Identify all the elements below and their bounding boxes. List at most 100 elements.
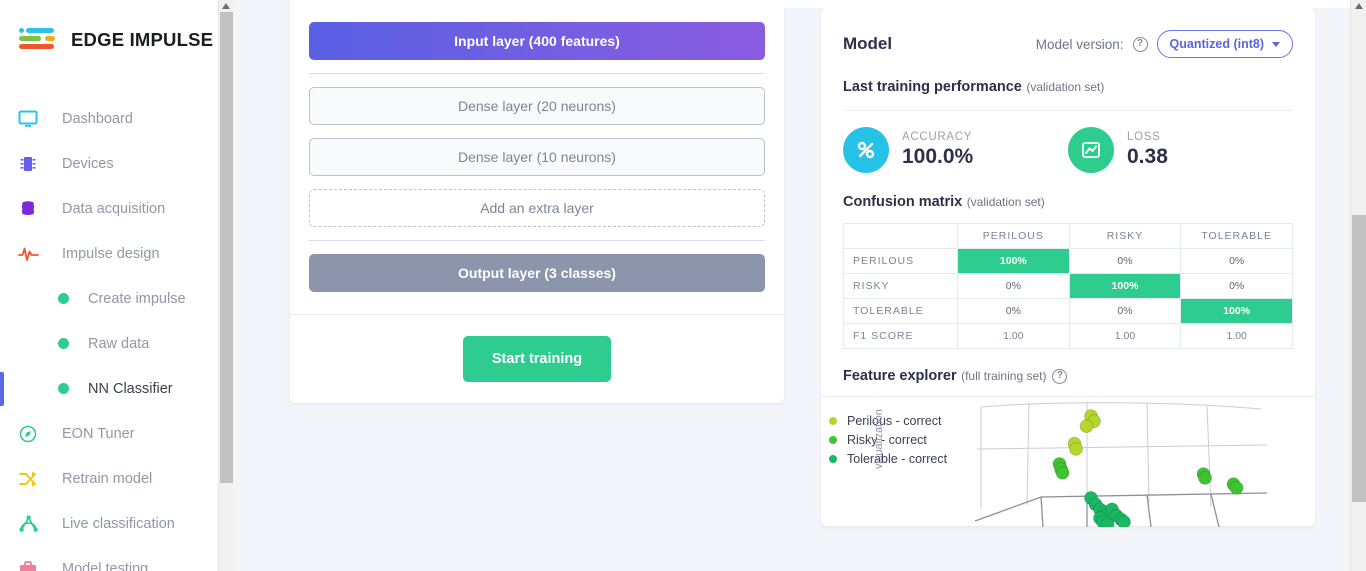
legend-item[interactable]: Risky - correct [829, 430, 947, 449]
sidebar-item-nn-classifier[interactable]: NN Classifier [0, 366, 233, 411]
table-cell: 0% [958, 299, 1070, 324]
column-header: TOLERABLE [1181, 224, 1293, 249]
sidebar-item-dashboard[interactable]: Dashboard [0, 96, 233, 141]
output-layer-label: Output layer (3 classes) [458, 265, 616, 281]
sidebar-item-impulse-design[interactable]: Impulse design [0, 231, 233, 276]
feature-explorer-plot[interactable] [971, 401, 1271, 527]
green-dot-icon [58, 288, 72, 310]
plot-grid [977, 402, 1267, 509]
legend-dot-icon [829, 436, 837, 444]
monitor-icon [18, 108, 44, 130]
table-row: PERILOUS 100% 0% 0% [844, 249, 1293, 274]
sidebar-item-live-classification[interactable]: Live classification [0, 501, 233, 546]
table-row: RISKY 0% 100% 0% [844, 274, 1293, 299]
table-cell: 1.00 [958, 324, 1070, 349]
layer-divider-2 [309, 240, 765, 241]
sidebar-item-raw-data[interactable]: Raw data [0, 321, 233, 366]
sidebar-item-label: Live classification [62, 516, 175, 532]
input-layer-label: Input layer (400 features) [454, 33, 620, 49]
table-cell: 1.00 [1069, 324, 1181, 349]
performance-subtitle: (validation set) [1026, 80, 1104, 94]
model-header: Model Model version: ? Quantized (int8) [821, 8, 1315, 58]
table-cell: 0% [1181, 249, 1293, 274]
feature-explorer-title-group: Feature explorer (full training set) [843, 367, 1046, 385]
sidebar-item-label: EON Tuner [62, 426, 135, 442]
feature-explorer-legend: Perilous - correct Risky - correct Toler… [829, 411, 947, 468]
sidebar-item-eon-tuner[interactable]: EON Tuner [0, 411, 233, 456]
legend-label: Risky - correct [847, 433, 927, 447]
sidebar-item-label: NN Classifier [88, 381, 173, 397]
legend-dot-icon [829, 417, 837, 425]
confusion-matrix-head: PERILOUS RISKY TOLERABLE [844, 224, 1293, 249]
row-header: PERILOUS [844, 249, 958, 274]
scatter-point [1118, 516, 1131, 528]
dense-layer-2-block[interactable]: Dense layer (10 neurons) [309, 138, 765, 176]
sidebar-scrollbar-thumb[interactable] [220, 12, 233, 483]
scatter-point [1230, 481, 1243, 494]
brand[interactable]: EDGE IMPULSE [0, 0, 233, 62]
model-column: Model Model version: ? Quantized (int8) … [799, 0, 1366, 571]
dense-layer-1-label: Dense layer (20 neurons) [458, 98, 616, 114]
row-header: RISKY [844, 274, 958, 299]
scroll-up-arrow-icon[interactable] [1355, 3, 1363, 9]
feature-explorer-title: Feature explorer [843, 368, 957, 384]
loss-metric: LOSS 0.38 [1068, 127, 1293, 173]
sidebar-scrollbar[interactable] [218, 0, 233, 571]
sidebar-item-model-testing[interactable]: Model testing [0, 546, 233, 571]
table-row: F1 SCORE 1.00 1.00 1.00 [844, 324, 1293, 349]
model-card: Model Model version: ? Quantized (int8) … [821, 8, 1315, 526]
performance-title: Last training performance [843, 79, 1022, 95]
model-version-value: Quantized (int8) [1170, 37, 1264, 51]
table-cell: 0% [1181, 274, 1293, 299]
legend-item[interactable]: Tolerable - correct [829, 449, 947, 468]
brand-name: EDGE IMPULSE [71, 29, 213, 51]
plot-axis-label: visualization [873, 409, 885, 469]
table-cell: 100% [958, 249, 1070, 274]
output-layer-block[interactable]: Output layer (3 classes) [309, 254, 765, 292]
help-icon[interactable]: ? [1133, 37, 1148, 52]
confusion-matrix-body: PERILOUS 100% 0% 0% RISKY 0% 100% 0% [844, 249, 1293, 349]
sidebar-item-label: Impulse design [62, 246, 160, 262]
input-layer-block[interactable]: Input layer (400 features) [309, 22, 765, 60]
scatter-3d-svg [971, 401, 1271, 527]
legend-label: Perilous - correct [847, 414, 941, 428]
legend-item[interactable]: Perilous - correct [829, 411, 947, 430]
dense-layer-2-label: Dense layer (10 neurons) [458, 149, 616, 165]
confusion-matrix-wrap: PERILOUS RISKY TOLERABLE PERILOUS 100% 0… [821, 211, 1315, 349]
metrics-row: ACCURACY 100.0% LOSS 0.38 [821, 111, 1315, 189]
legend-dot-icon [829, 455, 837, 463]
sidebar-item-label: Model testing [62, 561, 148, 571]
table-row: TOLERABLE 0% 0% 100% [844, 299, 1293, 324]
sidebar-item-data-acquisition[interactable]: Data acquisition [0, 186, 233, 231]
help-icon[interactable]: ? [1052, 369, 1067, 384]
sidebar-item-create-impulse[interactable]: Create impulse [0, 276, 233, 321]
scatter-point [1199, 471, 1212, 484]
model-version-group: Model version: ? Quantized (int8) [1036, 30, 1293, 58]
sidebar-nav: Dashboard Devices Data acquisition Impul… [0, 96, 233, 571]
compass-icon [18, 423, 44, 445]
model-title: Model [843, 34, 892, 54]
model-version-label: Model version: [1036, 37, 1124, 52]
pulse-icon [18, 243, 44, 265]
sidebar-item-label: Dashboard [62, 111, 133, 127]
percent-icon [843, 127, 889, 173]
chart-line-icon [1068, 127, 1114, 173]
briefcase-icon [18, 558, 44, 571]
table-cell: 100% [1181, 299, 1293, 324]
page-scrollbar[interactable] [1350, 0, 1366, 571]
sidebar-item-devices[interactable]: Devices [0, 141, 233, 186]
dense-layer-1-block[interactable]: Dense layer (20 neurons) [309, 87, 765, 125]
scroll-up-arrow-icon[interactable] [222, 3, 230, 9]
sidebar-item-label: Data acquisition [62, 201, 165, 217]
start-training-button[interactable]: Start training [463, 336, 611, 382]
model-version-select[interactable]: Quantized (int8) [1157, 30, 1293, 58]
page-scrollbar-thumb[interactable] [1352, 215, 1366, 502]
scatter-point [1056, 466, 1069, 479]
neural-network-card: Input layer (400 features) Dense layer (… [290, 0, 784, 403]
scatter-point [1101, 518, 1114, 527]
main-content: Input layer (400 features) Dense layer (… [233, 0, 1366, 571]
add-extra-layer-button[interactable]: Add an extra layer [309, 189, 765, 227]
accuracy-metric: ACCURACY 100.0% [843, 127, 1068, 173]
performance-header: Last training performance (validation se… [821, 58, 1315, 111]
sidebar-item-retrain-model[interactable]: Retrain model [0, 456, 233, 501]
